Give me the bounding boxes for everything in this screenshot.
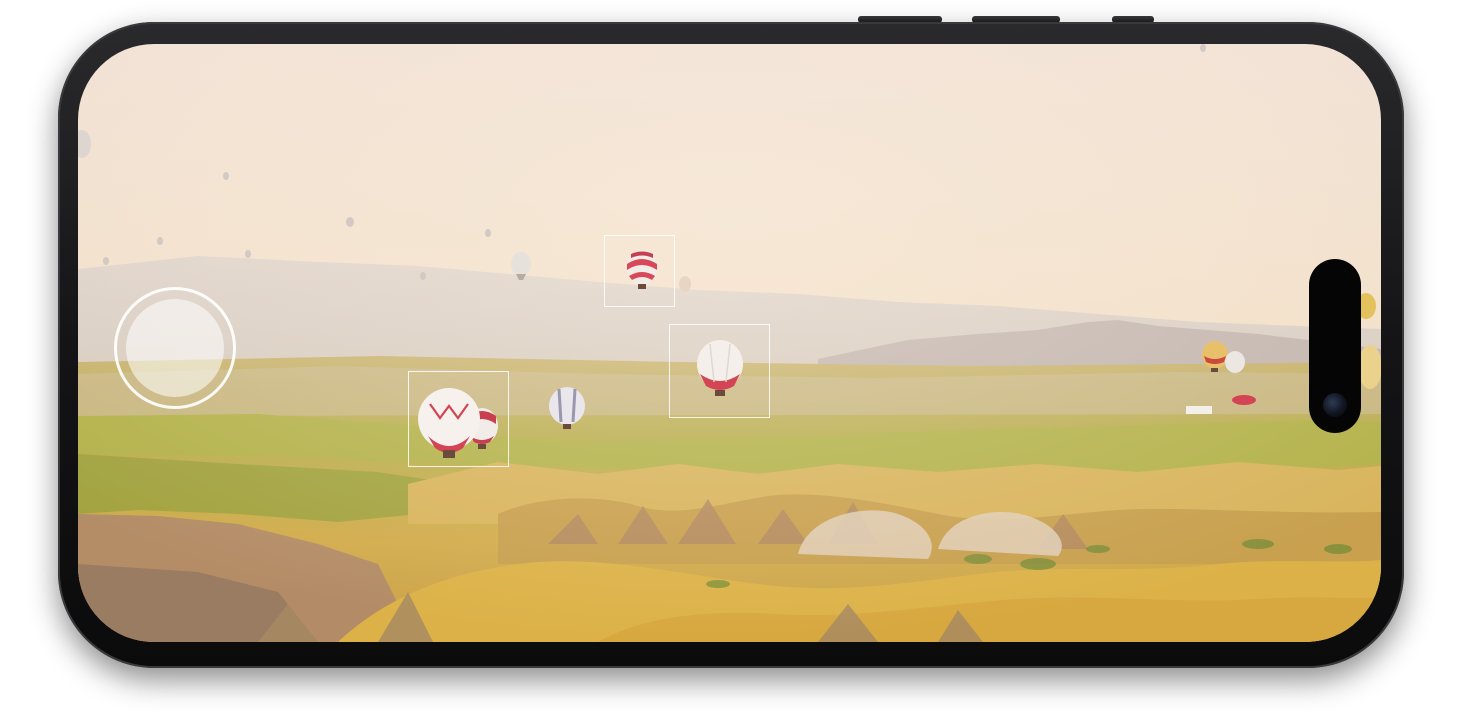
shutter-button[interactable] xyxy=(114,287,236,409)
focus-box[interactable] xyxy=(408,371,509,467)
focus-box[interactable] xyxy=(604,235,675,307)
device-mockup xyxy=(0,0,1461,712)
dynamic-island xyxy=(1309,259,1361,433)
focus-box[interactable] xyxy=(669,324,770,418)
front-camera-lens-icon xyxy=(1323,393,1347,417)
shutter-circle-icon xyxy=(126,299,224,397)
